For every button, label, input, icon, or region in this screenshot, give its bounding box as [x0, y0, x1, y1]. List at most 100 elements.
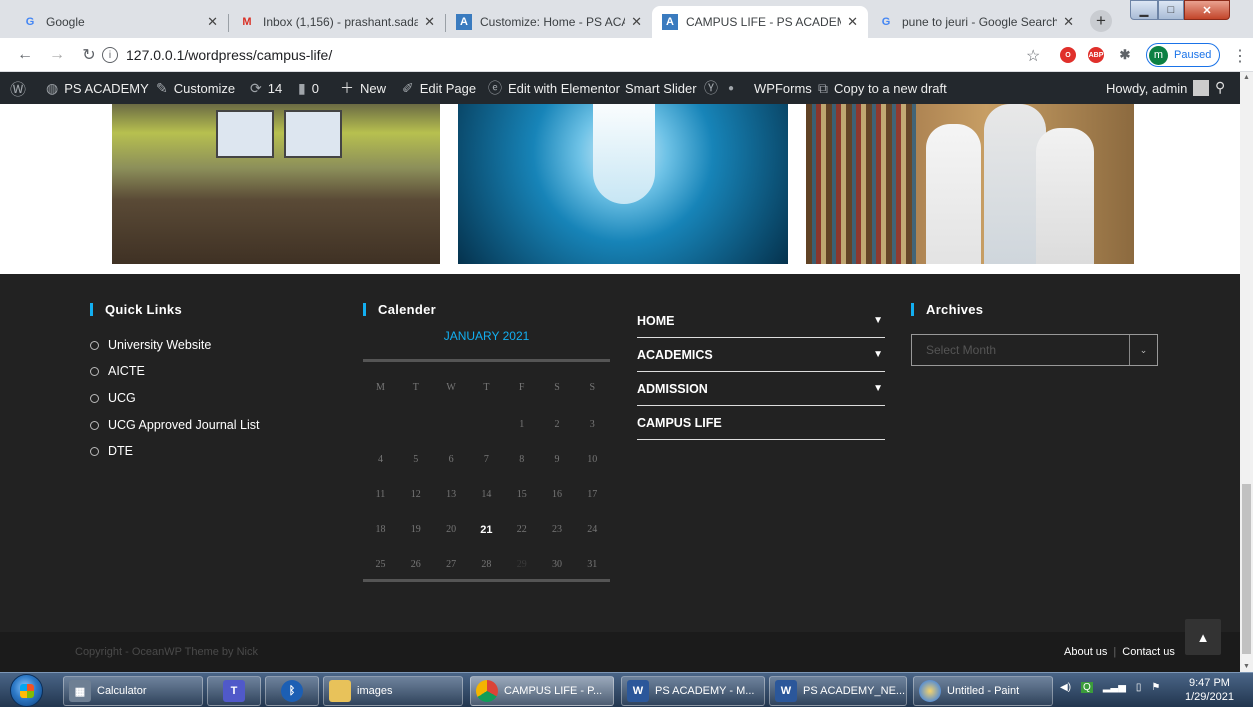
admin-wpforms[interactable]: WPForms — [754, 72, 812, 104]
reload-icon[interactable]: ↻ — [78, 44, 100, 66]
tab-campus-life[interactable]: A CAMPUS LIFE - PS ACADEMY ✕ — [652, 6, 868, 38]
admin-edit-page[interactable]: ✐ Edit Page — [402, 72, 476, 104]
taskbar-clock[interactable]: 9:47 PM 1/29/2021 — [1185, 676, 1234, 704]
footer-menu-academics[interactable]: ACADEMICS ▼ — [637, 338, 885, 372]
scrollbar-thumb[interactable] — [1242, 484, 1251, 654]
calendar-day: 6 — [448, 454, 454, 465]
minimize-window-button[interactable]: ▁ — [1130, 0, 1158, 20]
contact-us-link[interactable]: Contact us — [1122, 646, 1175, 658]
quick-link-item[interactable]: UCG — [90, 391, 136, 405]
admin-updates[interactable]: ⟳ 14 — [250, 72, 282, 104]
lightbulb-shape — [593, 104, 655, 204]
admin-account[interactable]: Howdy, admin — [1106, 72, 1210, 104]
profile-button[interactable]: m Paused — [1146, 43, 1220, 67]
close-tab-icon[interactable]: ✕ — [847, 14, 858, 30]
tab-customize[interactable]: A Customize: Home - PS ACADEM ✕ — [446, 6, 652, 38]
chevron-down-icon[interactable]: ▼ — [873, 383, 883, 394]
search-icon[interactable]: ⚲ — [1215, 79, 1225, 96]
brush-icon: ✎ — [156, 79, 168, 96]
tab-title: CAMPUS LIFE - PS ACADEMY — [686, 15, 842, 29]
network-signal-icon[interactable]: ▂▃▅ — [1103, 682, 1126, 693]
yoast-seo-icon[interactable]: Ⓨ — [704, 72, 724, 104]
site-favicon-icon: A — [456, 14, 472, 30]
wordpress-logo-icon[interactable]: Ⓦ — [10, 72, 32, 104]
action-center-flag-icon[interactable]: ⚑ — [1151, 682, 1160, 693]
clock-date: 1/29/2021 — [1185, 691, 1234, 703]
start-button[interactable] — [10, 674, 43, 707]
calendar-title: Calender — [363, 302, 436, 317]
calendar-day: 9 — [554, 454, 560, 465]
taskbar-bluetooth[interactable]: ᛒ — [265, 676, 319, 706]
close-tab-icon[interactable]: ✕ — [1063, 14, 1074, 30]
bookmark-star-icon[interactable]: ☆ — [1026, 46, 1040, 66]
tab-google[interactable]: G Google ✕ — [12, 6, 228, 38]
footer-menu-admission[interactable]: ADMISSION ▼ — [637, 372, 885, 406]
chevron-down-icon[interactable]: ⌄ — [1129, 335, 1157, 365]
scroll-to-top-button[interactable]: ▲ — [1185, 619, 1221, 655]
taskbar-paint[interactable]: Untitled - Paint — [913, 676, 1053, 706]
footer-menu-home[interactable]: HOME ▼ — [637, 304, 885, 338]
quick-link-item[interactable]: University Website — [90, 338, 211, 352]
quick-link-item[interactable]: DTE — [90, 444, 133, 458]
admin-comments[interactable]: ▮ 0 — [298, 72, 319, 104]
taskbar-calculator[interactable]: ▦ Calculator — [63, 676, 203, 706]
back-arrow-icon[interactable]: ← — [14, 44, 36, 66]
q-app-tray-icon[interactable]: Q — [1081, 682, 1093, 693]
about-us-link[interactable]: About us — [1064, 646, 1107, 658]
taskbar-chrome[interactable]: CAMPUS LIFE - P... — [470, 676, 614, 706]
admin-new[interactable]: ＋ New — [340, 72, 386, 104]
calendar-day: 26 — [410, 559, 421, 570]
forward-arrow-icon[interactable]: → — [46, 44, 68, 66]
calendar-weekday-header: T — [483, 382, 490, 393]
updates-icon: ⟳ — [250, 79, 262, 96]
close-tab-icon[interactable]: ✕ — [631, 14, 642, 30]
menu-kebab-icon[interactable]: ⋮ — [1232, 46, 1248, 66]
title-accent-bar — [363, 303, 366, 316]
quick-link-item[interactable]: UCG Approved Journal List — [90, 418, 259, 432]
admin-smart-slider[interactable]: Smart Slider — [625, 72, 697, 104]
site-info-icon[interactable]: i — [102, 47, 118, 63]
taskbar-teams[interactable]: T — [207, 676, 261, 706]
paint-icon — [919, 680, 941, 702]
tab-title: pune to jeuri - Google Search — [902, 15, 1058, 29]
close-tab-icon[interactable]: ✕ — [207, 14, 218, 30]
scroll-up-arrow-icon[interactable]: ▲ — [1243, 74, 1250, 81]
calendar-day: 14 — [481, 489, 492, 500]
calendar-weekday-header: W — [446, 382, 456, 393]
calendar-day: 25 — [375, 559, 386, 570]
tab-gmail[interactable]: M Inbox (1,156) - prashant.sadaph ✕ — [229, 6, 445, 38]
tab-google-search[interactable]: G pune to jeuri - Google Search ✕ — [868, 6, 1084, 38]
circle-bullet-icon — [90, 446, 99, 456]
close-window-button[interactable]: ✕ — [1184, 0, 1230, 20]
taskbar-images-folder[interactable]: images — [323, 676, 463, 706]
taskbar-word-1[interactable]: W PS ACADEMY - M... — [621, 676, 765, 706]
volume-icon[interactable]: ◀) — [1060, 682, 1071, 693]
archives-month-select[interactable]: Select Month ⌄ — [911, 334, 1158, 366]
calendar-weekday-header: S — [554, 382, 560, 393]
extensions-puzzle-icon[interactable]: ✱ — [1117, 47, 1133, 63]
opera-extension-icon[interactable]: O — [1060, 47, 1076, 63]
abp-extension-icon[interactable]: ABP — [1088, 47, 1104, 63]
admin-copy-draft[interactable]: ⧉ Copy to a new draft — [818, 72, 947, 104]
footer-menu-campus-life[interactable]: CAMPUS LIFE — [637, 406, 885, 440]
page-scrollbar[interactable]: ▲ ▼ — [1240, 72, 1253, 672]
admin-site-name[interactable]: ◍ PS ACADEMY — [46, 72, 149, 104]
url-bar[interactable]: i 127.0.0.1/wordpress/campus-life/ — [102, 42, 1042, 68]
chevron-down-icon[interactable]: ▼ — [873, 315, 883, 326]
copy-icon: ⧉ — [818, 79, 828, 96]
maximize-window-button[interactable]: □ — [1158, 0, 1184, 20]
footer-bottom-links: About us | Contact us — [1064, 646, 1175, 658]
scroll-down-arrow-icon[interactable]: ▼ — [1243, 663, 1250, 670]
battery-icon[interactable]: ▯ — [1136, 682, 1142, 693]
taskbar-word-2[interactable]: W PS ACADEMY_NE... — [769, 676, 907, 706]
new-tab-button[interactable]: + — [1090, 10, 1112, 32]
calendar-weekday-header: M — [376, 382, 385, 393]
close-tab-icon[interactable]: ✕ — [424, 14, 435, 30]
calendar-day: 7 — [483, 454, 489, 465]
admin-edit-elementor[interactable]: ⓔ Edit with Elementor — [488, 72, 620, 104]
admin-customize[interactable]: ✎ Customize — [156, 72, 235, 104]
tab-title: Customize: Home - PS ACADEM — [480, 15, 625, 29]
chevron-down-icon[interactable]: ▼ — [873, 349, 883, 360]
quick-link-item[interactable]: AICTE — [90, 364, 145, 378]
projector-screen — [216, 110, 274, 158]
